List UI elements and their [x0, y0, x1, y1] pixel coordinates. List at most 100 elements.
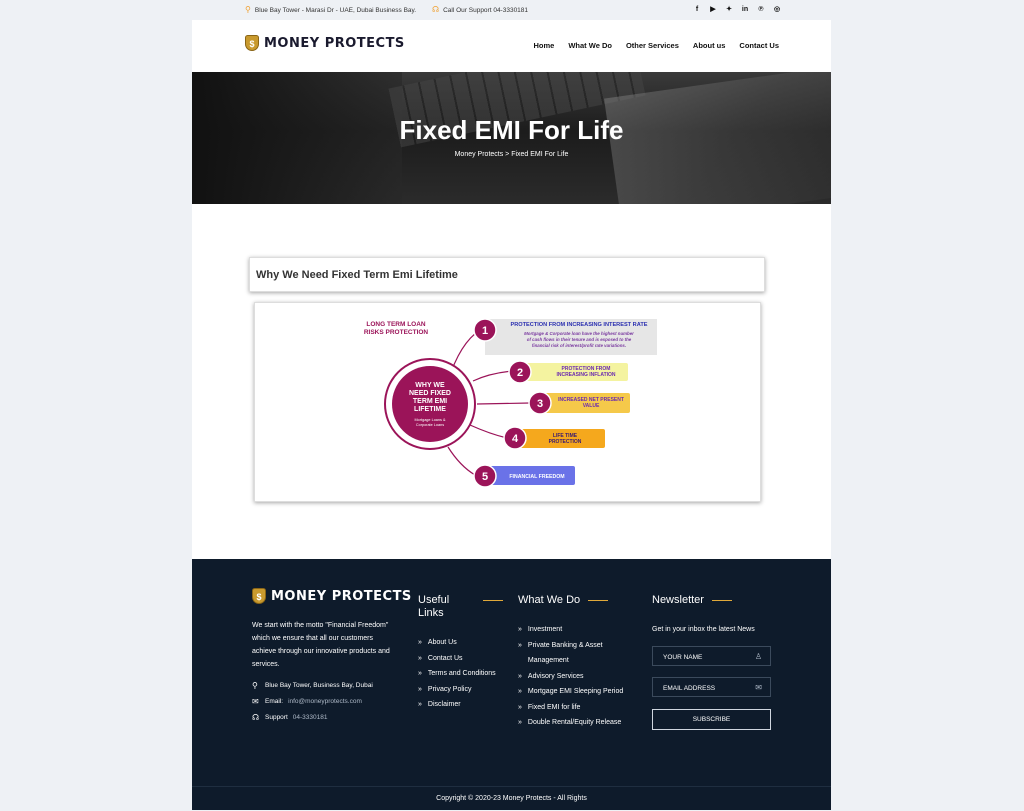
- breadcrumb: Money Protects > Fixed EMI For Life: [454, 151, 569, 158]
- footer-link[interactable]: » Disclaimer: [418, 697, 496, 713]
- connector-line-4: [469, 424, 508, 439]
- envelope-icon: ✉: [252, 697, 259, 706]
- heading-underline: [588, 599, 609, 601]
- item-1-desc-2: of cash flows in their tenure and is exp…: [527, 337, 632, 342]
- copyright: Copyright © 2020-23 Money Protects - All…: [192, 786, 831, 810]
- footer-service-link-cont[interactable]: »Management: [518, 653, 648, 669]
- footer-email-link[interactable]: info@moneyprotects.com: [288, 694, 362, 710]
- infographic-card: LONG TERM LOAN RISKS PROTECTION WHY WE N…: [254, 302, 761, 502]
- footer-service-link[interactable]: » Private Banking & Asset: [518, 638, 648, 654]
- top-address: ⚲ Blue Bay Tower - Marasi Dr - UAE, Duba…: [245, 6, 416, 14]
- hero-banner: Fixed EMI For Life Money Protects > Fixe…: [192, 72, 831, 204]
- center-sub-2: Corporate Loans: [416, 423, 444, 427]
- section-heading-box: Why We Need Fixed Term Emi Lifetime: [249, 257, 765, 292]
- envelope-icon: ✉: [755, 683, 762, 692]
- footer-logo[interactable]: $ MONEY PROTECTS: [252, 588, 412, 604]
- nav-other-services[interactable]: Other Services: [626, 41, 679, 50]
- footer-link[interactable]: » Privacy Policy: [418, 682, 496, 698]
- infographic-top-label-1: LONG TERM LOAN: [366, 321, 426, 328]
- item-3-number: 3: [537, 398, 543, 410]
- page-title: Fixed EMI For Life: [399, 115, 624, 145]
- item-2-title-2: INCREASING INFLATION: [556, 372, 615, 378]
- site-logo[interactable]: $ MONEY PROTECTS: [245, 35, 405, 51]
- heading-underline: [483, 599, 504, 601]
- heading-underline: [711, 599, 732, 601]
- footer-address-text: Blue Bay Tower, Business Bay, Dubai: [265, 682, 373, 689]
- item-4-number: 4: [512, 433, 519, 445]
- useful-links-title-2: Links: [418, 607, 444, 619]
- top-call: ☊ Call Our Support 04-3330181: [432, 6, 528, 14]
- what-we-do-heading: What We Do: [518, 594, 609, 606]
- newsletter-heading: Newsletter: [652, 594, 732, 606]
- newsletter-title: Newsletter: [652, 594, 704, 606]
- nav-contact-us[interactable]: Contact Us: [739, 41, 779, 50]
- headset-icon: ☊: [432, 5, 440, 14]
- twitter-icon[interactable]: ✦: [725, 5, 733, 14]
- item-2-number: 2: [517, 367, 523, 379]
- center-line-2: NEED FIXED: [409, 390, 451, 397]
- useful-links-list: » About Us » Contact Us » Terms and Conditi…: [418, 635, 496, 713]
- location-pin-icon: ⚲: [245, 5, 251, 14]
- youtube-icon[interactable]: ▶: [709, 5, 717, 14]
- nav-what-we-do[interactable]: What We Do: [568, 41, 612, 50]
- nav-about-us[interactable]: About us: [693, 41, 726, 50]
- linkedin-icon[interactable]: in: [741, 5, 749, 14]
- footer-support-label: Support: [265, 714, 288, 721]
- pinterest-icon[interactable]: ℗: [757, 5, 765, 14]
- footer-email-label: Email:: [265, 698, 284, 705]
- footer-service-link[interactable]: » Fixed EMI for life: [518, 700, 648, 716]
- location-pin-icon: ⚲: [252, 681, 258, 690]
- footer-service-link[interactable]: » Investment: [518, 622, 648, 638]
- facebook-icon[interactable]: f: [693, 5, 701, 14]
- item-3-title-2: VALUE: [583, 403, 600, 409]
- subscribe-button[interactable]: SUBSCRIBE: [652, 709, 771, 730]
- footer-link[interactable]: » About Us: [418, 635, 496, 651]
- useful-links-heading: Useful Links: [418, 594, 504, 620]
- footer-service-link[interactable]: » Advisory Services: [518, 669, 648, 685]
- section-heading: Why We Need Fixed Term Emi Lifetime: [256, 269, 458, 281]
- nav-home[interactable]: Home: [534, 41, 555, 50]
- top-call-text: Call Our Support 04-3330181: [443, 6, 529, 14]
- top-address-text: Blue Bay Tower - Marasi Dr - UAE, Dubai …: [254, 6, 417, 14]
- main-nav: Home What We Do Other Services About us …: [534, 41, 780, 50]
- footer-contact: ⚲ Blue Bay Tower, Business Bay, Dubai ✉ …: [252, 678, 373, 726]
- center-line-1: WHY WE: [415, 382, 445, 389]
- item-1-desc-1: Mortgage & Corporate loan have the highe…: [524, 331, 634, 336]
- footer-logo-text: MONEY PROTECTS: [271, 588, 412, 604]
- infographic-image: LONG TERM LOAN RISKS PROTECTION WHY WE N…: [364, 318, 657, 488]
- center-sub-1: Mortgage Loans &: [414, 418, 445, 422]
- what-we-do-title: What We Do: [518, 594, 581, 606]
- shield-dollar-icon: $: [252, 588, 266, 604]
- infographic-top-label-2: RISKS PROTECTION: [364, 329, 429, 336]
- item-5-title: FINANCIAL FREEDOM: [509, 474, 564, 480]
- center-line-4: LIFETIME: [414, 406, 446, 413]
- newsletter-email-input[interactable]: EMAIL ADDRESS ✉: [652, 677, 771, 697]
- site-footer: $ MONEY PROTECTS We start with the motto…: [192, 559, 831, 810]
- site-header: $ MONEY PROTECTS Home What We Do Other S…: [192, 20, 831, 72]
- connector-line-3: [476, 402, 531, 405]
- footer-link[interactable]: » Terms and Conditions: [418, 666, 496, 682]
- item-1-title: PROTECTION FROM INCREASING INTEREST RATE: [511, 322, 648, 328]
- connector-line-2: [472, 370, 514, 382]
- email-placeholder: EMAIL ADDRESS: [663, 685, 716, 692]
- footer-support-number[interactable]: 04-3330181: [293, 710, 328, 726]
- connector-line-5: [447, 446, 476, 476]
- instagram-icon[interactable]: ◎: [773, 5, 781, 14]
- newsletter-subtitle: Get in your inbox the latest News: [652, 626, 755, 633]
- footer-service-link[interactable]: » Double Rental/Equity Release: [518, 715, 648, 731]
- social-links: f ▶ ✦ in ℗ ◎: [693, 5, 781, 14]
- footer-address: ⚲ Blue Bay Tower, Business Bay, Dubai: [252, 678, 373, 694]
- name-placeholder: YOUR NAME: [663, 654, 703, 661]
- item-1-desc-3: financial risk of interest/profit rate v…: [532, 343, 626, 348]
- what-we-do-list: »Investment »Private Banking & Asset »Ma…: [518, 622, 648, 731]
- top-bar: ⚲ Blue Bay Tower - Marasi Dr - UAE, Duba…: [0, 0, 1024, 20]
- footer-service-link[interactable]: » Mortgage EMI Sleeping Period: [518, 684, 648, 700]
- newsletter-name-input[interactable]: YOUR NAME ♙: [652, 646, 771, 666]
- page-container: $ MONEY PROTECTS Home What We Do Other S…: [192, 20, 831, 810]
- user-icon: ♙: [754, 652, 762, 661]
- footer-link[interactable]: » Contact Us: [418, 651, 496, 667]
- headset-icon: ☊: [252, 713, 260, 722]
- logo-text: MONEY PROTECTS: [264, 35, 405, 51]
- item-1-number: 1: [482, 325, 488, 337]
- item-4-title-2: PROTECTION: [549, 439, 582, 445]
